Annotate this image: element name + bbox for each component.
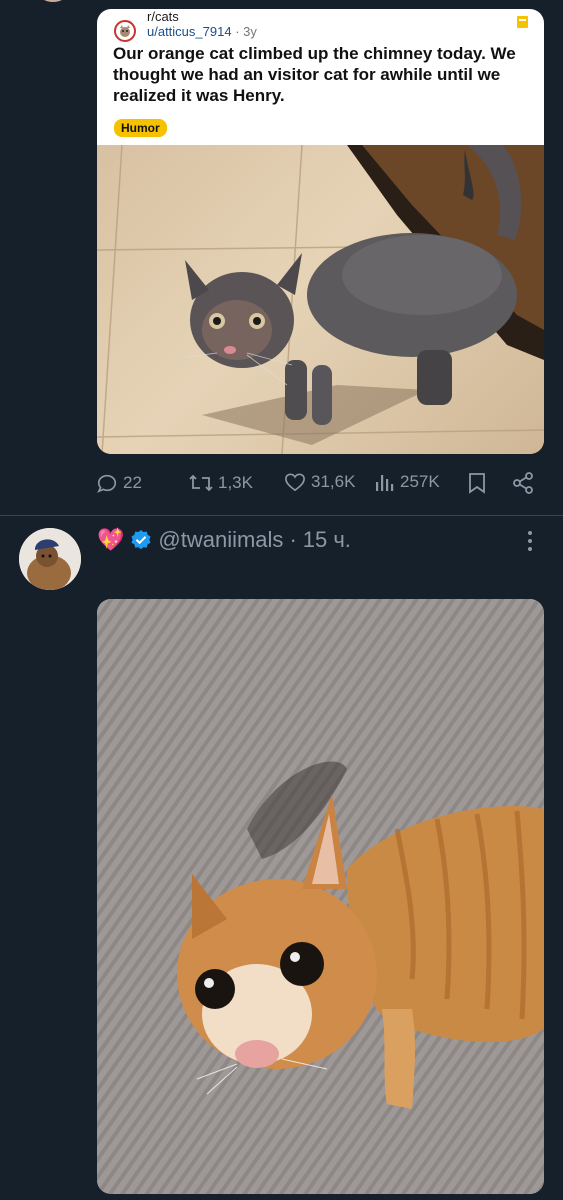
sparkling-heart-icon: 💖 — [97, 527, 125, 552]
reply-icon — [97, 474, 117, 493]
post-author: u/atticus_7914 · 3y — [147, 24, 257, 39]
share-button[interactable] — [512, 472, 534, 494]
avatar[interactable] — [19, 528, 81, 590]
post-flair: Humor — [114, 119, 167, 137]
share-icon — [513, 472, 533, 494]
saved-icon — [517, 16, 528, 28]
tweet-time[interactable]: 15 ч. — [303, 527, 351, 553]
views-count: 257K — [400, 472, 440, 491]
separator-dot: · — [235, 24, 240, 39]
tweet-action-bar: 22 1,3K 31,6K 257K — [96, 470, 536, 498]
orange-cat-photo[interactable] — [97, 599, 544, 1194]
verified-icon — [131, 530, 151, 550]
gray-cat-photo — [97, 145, 544, 454]
post-age: 3y — [243, 24, 257, 39]
like-icon — [285, 473, 305, 492]
author-name: u/atticus_7914 — [147, 24, 232, 39]
separator-dot: · — [289, 527, 297, 552]
subreddit-name: r/cats — [147, 9, 179, 24]
like-button[interactable]: 31,6K — [284, 472, 355, 492]
repost-button[interactable]: 1,3K — [189, 472, 253, 494]
reply-count: 22 — [123, 473, 142, 492]
views-button[interactable]: 257K — [375, 472, 440, 492]
repost-icon — [189, 474, 213, 492]
reddit-post-image[interactable]: r/cats u/atticus_7914 · 3y Our orange ca… — [97, 9, 544, 454]
post-title: Our orange cat climbed up the chimney to… — [113, 44, 516, 105]
more-icon[interactable] — [524, 529, 536, 553]
previous-avatar-edge — [38, 0, 68, 2]
views-icon — [376, 475, 394, 491]
reply-button[interactable]: 22 — [96, 472, 142, 494]
like-count: 31,6K — [311, 472, 356, 491]
bookmark-icon — [469, 473, 485, 494]
repost-count: 1,3K — [218, 473, 253, 492]
tweet-divider — [0, 515, 563, 516]
subreddit-avatar — [114, 20, 136, 42]
bookmark-button[interactable] — [468, 472, 486, 494]
tweet-header: 💖 @twaniimals · 15 ч. — [97, 527, 351, 553]
tweet-handle[interactable]: @twaniimals — [158, 527, 283, 553]
